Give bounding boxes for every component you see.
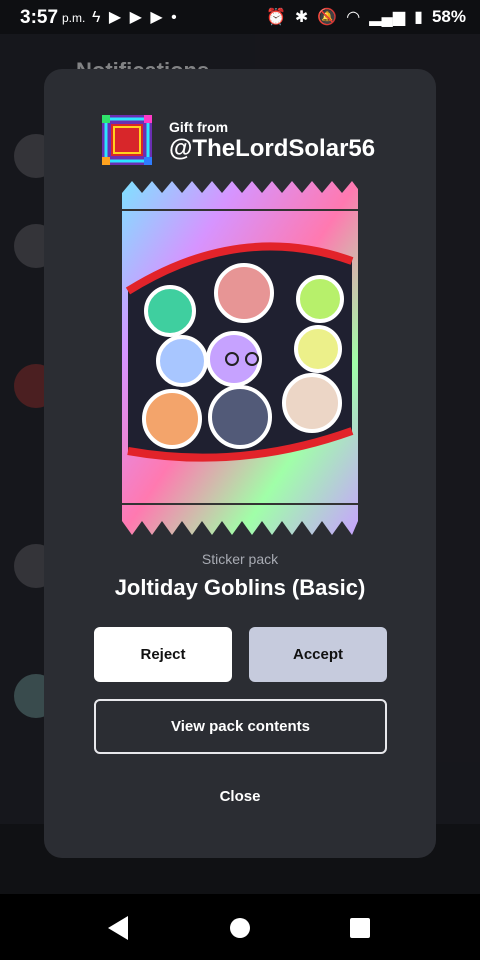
sticker-pack-image: [122, 181, 358, 535]
view-pack-contents-button[interactable]: View pack contents: [94, 699, 387, 754]
system-nav-bar: [0, 894, 480, 960]
back-icon[interactable]: [108, 916, 128, 940]
pack-type-label: Sticker pack: [201, 551, 279, 567]
status-ampm: p.m.: [62, 11, 86, 25]
signal-icon: ▂▄▆: [369, 9, 406, 26]
wifi-icon: ◠: [346, 9, 361, 26]
status-right-icons: ⏰ ✱ 🔕 ◠ ▂▄▆ ▮ 58%: [266, 7, 466, 27]
recent-apps-icon[interactable]: [350, 918, 370, 938]
status-bar: 3:57 p.m. ϟ ▶ ▶ ▶ • ⏰ ✱ 🔕 ◠ ▂▄▆ ▮ 58%: [0, 0, 480, 34]
alarm-icon: ⏰: [265, 9, 286, 26]
battery-icon: ▮: [414, 9, 423, 26]
mute-icon: 🔕: [317, 9, 338, 26]
bluetooth-icon: ✱: [294, 9, 309, 26]
accept-button[interactable]: Accept: [249, 627, 387, 682]
home-icon[interactable]: [230, 918, 250, 938]
reject-button[interactable]: Reject: [94, 627, 232, 682]
gift-sender-username: @TheLordSolar56: [169, 135, 376, 162]
close-button[interactable]: Close: [190, 782, 290, 812]
status-time: 3:57: [20, 7, 59, 28]
notification-icons: ϟ ▶ ▶ ▶ •: [92, 9, 179, 26]
sender-avatar: [102, 115, 152, 165]
gift-from-label: Gift from: [169, 119, 229, 135]
gift-modal: Gift from @TheLordSolar56 Sticker pack J…: [44, 69, 436, 858]
battery-percent: 58%: [431, 7, 466, 26]
pack-name: Joltiday Goblins (Basic): [114, 575, 366, 600]
